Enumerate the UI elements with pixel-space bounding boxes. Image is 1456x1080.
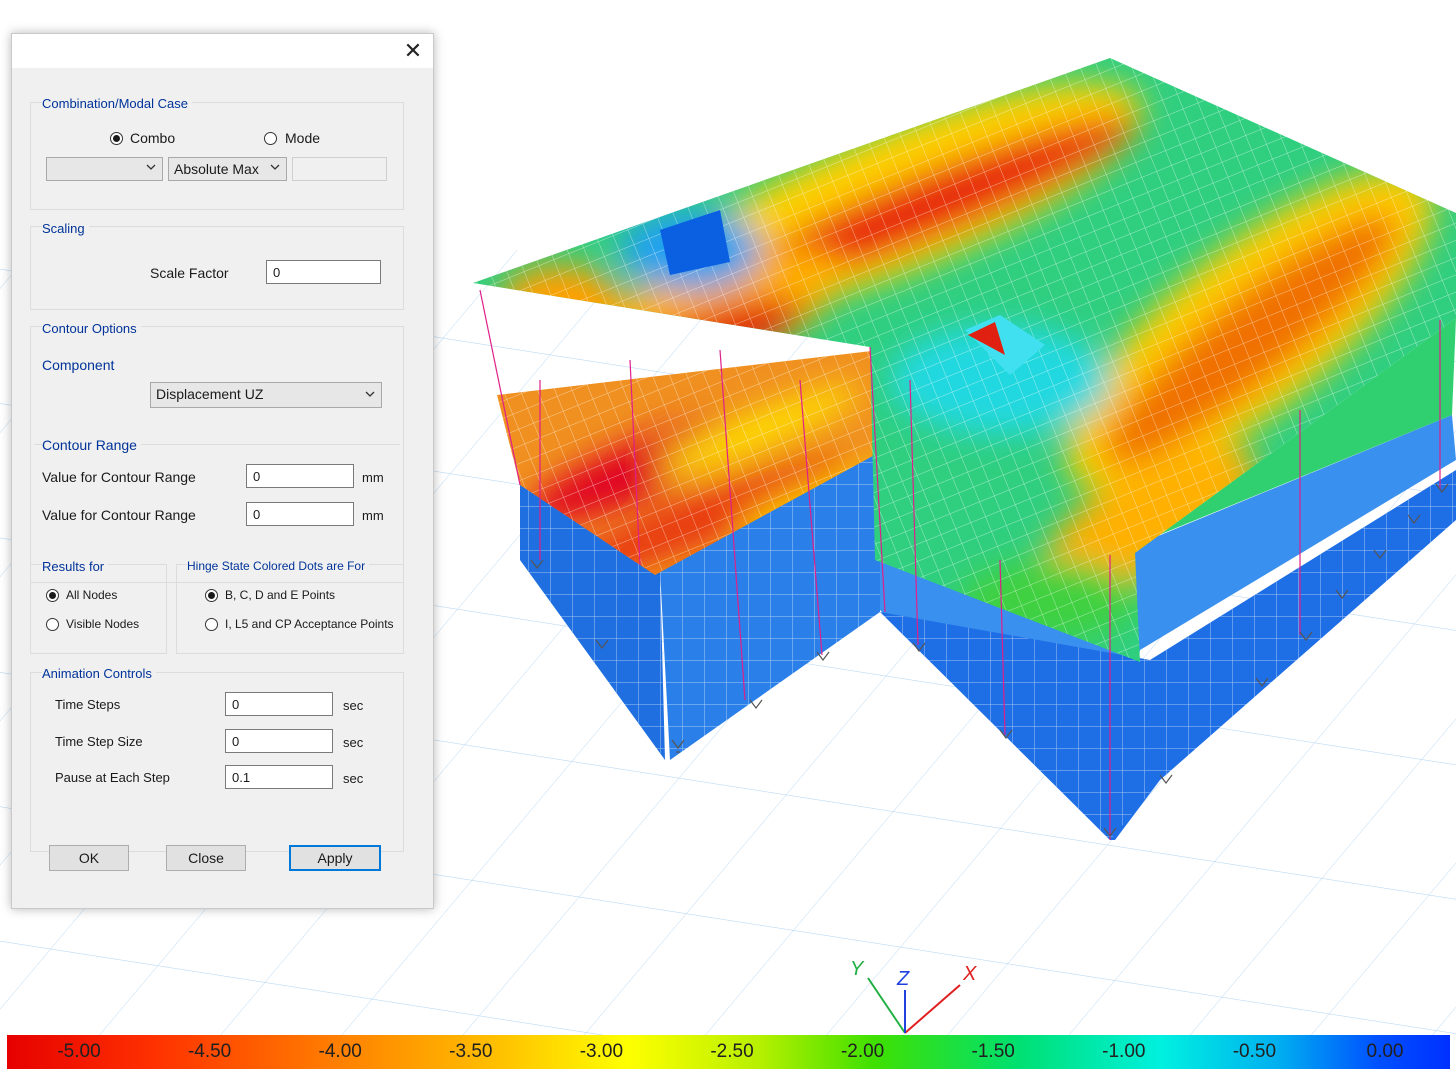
colorbar-label: -3.50 [449, 1041, 493, 1062]
combination-legend: Combination/Modal Case [42, 96, 192, 111]
hinge-option1-radio[interactable] [205, 589, 218, 602]
all-nodes-radio[interactable] [46, 589, 59, 602]
hinge-option2-label: I, L5 and CP Acceptance Points [225, 617, 394, 631]
axis-y-label: Y [850, 958, 865, 980]
close-button[interactable]: Close [166, 845, 246, 871]
all-nodes-label: All Nodes [66, 588, 118, 602]
ok-button[interactable]: OK [49, 845, 129, 871]
combo-radio[interactable] [110, 132, 123, 145]
contour-options-legend: Contour Options [42, 321, 141, 336]
colorbar-label: -2.50 [710, 1041, 754, 1062]
contour-min-unit: mm [362, 470, 384, 485]
time-step-size-label: Time Step Size [55, 734, 143, 749]
dialog-titlebar[interactable]: ✕ [12, 34, 433, 68]
contour-min-input[interactable]: 0 [246, 464, 354, 488]
apply-button[interactable]: Apply [289, 845, 381, 871]
pause-unit: sec [343, 771, 364, 786]
chevron-down-icon [270, 164, 280, 170]
close-icon[interactable]: ✕ [401, 39, 425, 63]
display-deformed-shape-dialog: ✕ Combination/Modal Case Combo Mode Abso… [11, 33, 434, 909]
animation-legend: Animation Controls [42, 666, 156, 681]
component-label: Component [42, 357, 119, 373]
results-for-legend: Results for [42, 559, 109, 574]
contour-min-label: Value for Contour Range [42, 469, 196, 485]
hinge-option1-label: B, C, D and E Points [225, 588, 336, 602]
envelope-dropdown[interactable]: Absolute Max [168, 157, 287, 181]
mode-radio[interactable] [264, 132, 277, 145]
contour-max-input[interactable]: 0 [246, 502, 354, 526]
mode-number-field[interactable] [292, 157, 387, 181]
hinge-state-legend: Hinge State Colored Dots are For [187, 559, 370, 573]
contour-max-label: Value for Contour Range [42, 507, 196, 523]
colorbar-label: -1.00 [1102, 1041, 1146, 1062]
colorbar-label: -4.00 [318, 1041, 362, 1062]
pause-label: Pause at Each Step [55, 770, 170, 785]
component-dropdown[interactable]: Displacement UZ [150, 382, 382, 408]
colorbar-label: -4.50 [187, 1041, 232, 1062]
scale-factor-input[interactable]: 0 [266, 260, 381, 284]
chevron-down-icon [365, 391, 375, 397]
time-step-size-unit: sec [343, 735, 364, 750]
case-dropdown[interactable] [46, 157, 163, 181]
pause-input[interactable]: 0.1 [225, 765, 333, 789]
axis-z-label: Z [896, 968, 910, 990]
axis-x-label: X [962, 963, 977, 985]
combo-label: Combo [130, 130, 176, 146]
results-for-group [30, 564, 167, 654]
time-steps-unit: sec [343, 698, 364, 713]
colorbar-label: -5.00 [57, 1041, 101, 1062]
hinge-option2-radio[interactable] [205, 618, 218, 631]
colorbar-label: -3.00 [579, 1041, 624, 1062]
combination-group [30, 102, 404, 210]
colorbar-label: -2.00 [840, 1041, 885, 1062]
envelope-dropdown-value: Absolute Max [174, 161, 259, 177]
contour-range-legend: Contour Range [42, 437, 141, 453]
hinge-state-group [176, 564, 404, 654]
scale-factor-label: Scale Factor [150, 265, 229, 281]
time-steps-label: Time Steps [55, 697, 121, 712]
scaling-legend: Scaling [42, 221, 89, 236]
mode-label: Mode [285, 130, 321, 146]
time-step-size-input[interactable]: 0 [225, 729, 333, 753]
chevron-down-icon [146, 164, 156, 170]
colorbar-label: -1.50 [971, 1041, 1015, 1062]
colorbar-label: 0.00 [1366, 1041, 1404, 1062]
time-steps-input[interactable]: 0 [225, 692, 333, 716]
contour-max-unit: mm [362, 508, 384, 523]
colorbar-label: -0.50 [1232, 1041, 1277, 1062]
visible-nodes-label: Visible Nodes [66, 617, 140, 631]
component-dropdown-value: Displacement UZ [156, 386, 264, 402]
dialog-body: Combination/Modal Case Combo Mode Absolu… [12, 68, 433, 908]
visible-nodes-radio[interactable] [46, 618, 59, 631]
